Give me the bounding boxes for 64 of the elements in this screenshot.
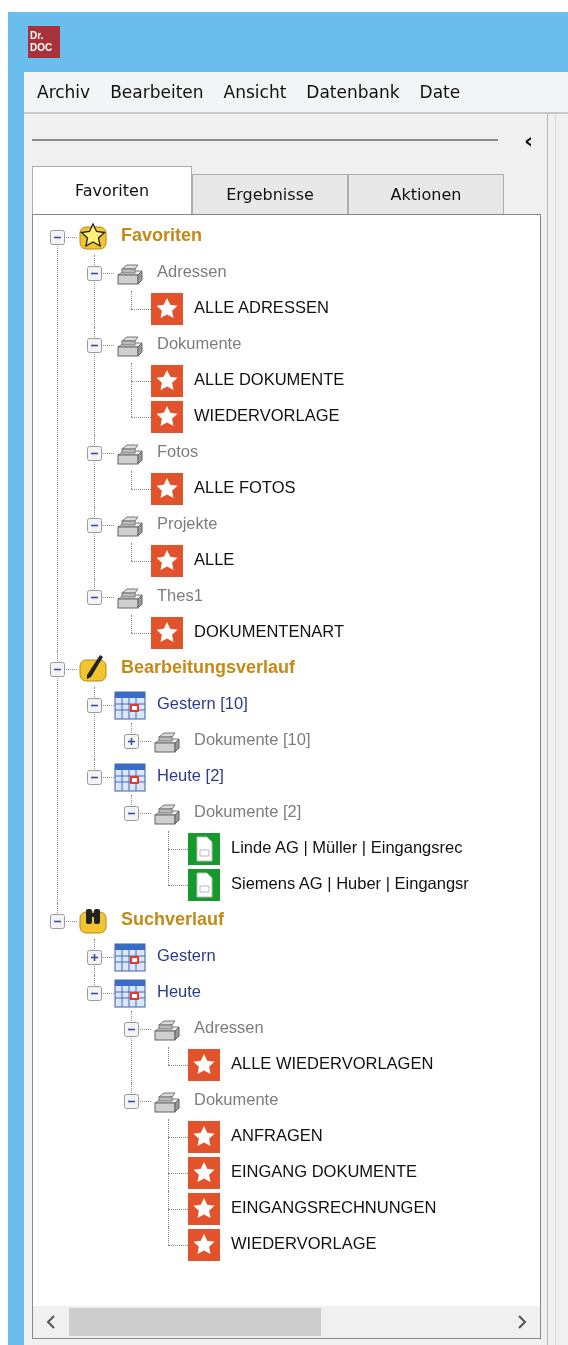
collapse-toggle[interactable] (124, 1094, 139, 1109)
scroll-right-icon[interactable] (516, 1314, 528, 1330)
menu-item[interactable]: Datenbank (297, 82, 409, 102)
tree-item[interactable]: Gestern [10] (157, 694, 248, 713)
tree-item[interactable]: Dokumente [2] (194, 802, 302, 821)
document-icon (188, 869, 220, 901)
scroll-left-icon[interactable] (45, 1314, 57, 1330)
tree-item[interactable]: ALLE ADRESSEN (194, 298, 329, 317)
calendar-icon (114, 941, 146, 973)
tree-item[interactable]: Fotos (157, 442, 199, 461)
tree-item[interactable]: Adressen (194, 1018, 264, 1037)
menu-item[interactable]: Bearbeiten (101, 82, 213, 102)
calendar-icon (114, 977, 146, 1009)
collapse-toggle[interactable] (50, 230, 65, 245)
tree-item[interactable]: Adressen (157, 262, 227, 281)
collapse-toggle[interactable] (87, 986, 102, 1001)
tree-item[interactable]: WIEDERVORLAGE (231, 1234, 377, 1253)
collapse-button[interactable]: ‹ (520, 127, 538, 153)
collapse-toggle[interactable] (50, 662, 65, 677)
tree-item[interactable]: Heute (157, 982, 202, 1001)
collapse-toggle[interactable] (87, 446, 102, 461)
tree-item[interactable]: EINGANGSRECHNUNGEN (231, 1198, 437, 1217)
calendar-icon (114, 689, 146, 721)
collapse-toggle[interactable] (87, 518, 102, 533)
tree-item[interactable]: WIEDERVORLAGE (194, 406, 340, 425)
tree-item[interactable]: ALLE WIEDERVORLAGEN (231, 1054, 434, 1073)
tree-item[interactable]: ALLE (194, 550, 235, 569)
tree-item[interactable]: Linde AG | Müller | Eingangsrec (231, 838, 463, 857)
collapse-toggle[interactable] (87, 590, 102, 605)
tree-item[interactable]: Dokumente [10] (194, 730, 311, 749)
tree-item[interactable]: Thes1 (157, 586, 203, 605)
menu-item[interactable]: Date (410, 82, 470, 102)
menu-item[interactable]: Ansicht (214, 82, 296, 102)
tree-item[interactable]: Dokumente (194, 1090, 279, 1109)
collapse-toggle[interactable] (87, 698, 102, 713)
app-logo: Dr. DOC (28, 26, 60, 58)
collapse-toggle[interactable] (124, 806, 139, 821)
collapse-toggle[interactable] (87, 338, 102, 353)
scroll-thumb[interactable] (69, 1308, 321, 1336)
tree-item[interactable]: ANFRAGEN (231, 1126, 323, 1145)
document-icon (188, 833, 220, 865)
tree-item[interactable]: Siemens AG | Huber | Eingangsr (231, 874, 469, 893)
collapse-toggle[interactable] (87, 770, 102, 785)
tree-item[interactable]: Heute [2] (157, 766, 224, 785)
tree-item[interactable]: Gestern (157, 946, 216, 965)
tree-item[interactable]: Projekte (157, 514, 218, 533)
expand-toggle[interactable] (124, 734, 139, 749)
collapse-toggle[interactable] (50, 914, 65, 929)
expand-toggle[interactable] (87, 950, 102, 965)
tab[interactable]: Aktionen (348, 174, 504, 214)
tree-item[interactable]: ALLE FOTOS (194, 478, 296, 497)
tree-item[interactable]: Dokumente (157, 334, 242, 353)
star-folder-icon (77, 221, 109, 253)
calendar-icon (114, 761, 146, 793)
collapse-toggle[interactable] (124, 1022, 139, 1037)
tree-item[interactable]: EINGANG DOKUMENTE (231, 1162, 418, 1181)
tree-item[interactable]: DOKUMENTENART (194, 622, 345, 641)
tab[interactable]: Ergebnisse (192, 174, 348, 214)
tab[interactable]: Favoriten (32, 166, 192, 214)
tree-item[interactable]: ALLE DOKUMENTE (194, 370, 345, 389)
pen-folder-icon (77, 653, 109, 685)
collapse-toggle[interactable] (87, 266, 102, 281)
horizontal-scrollbar[interactable] (33, 1306, 540, 1338)
menu-item[interactable]: Archiv (28, 82, 100, 102)
